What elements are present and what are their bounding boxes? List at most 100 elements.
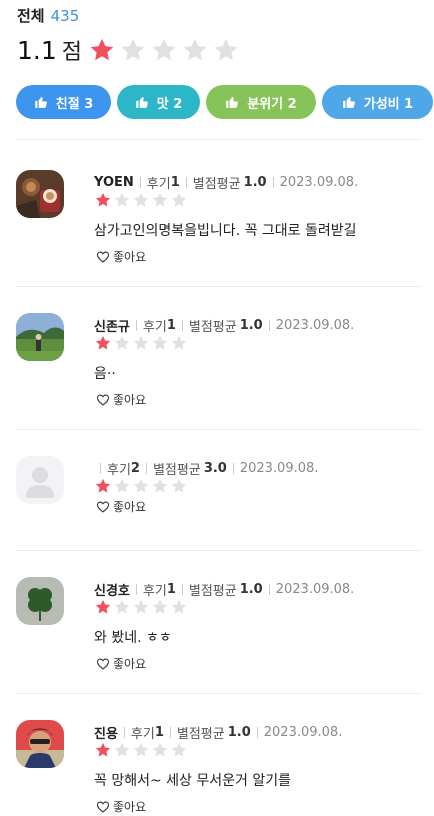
meta-separator <box>268 320 270 331</box>
star-empty-icon <box>152 742 168 757</box>
summary-stars <box>88 36 240 64</box>
divider <box>16 429 422 430</box>
like-button[interactable]: 좋아요 <box>96 798 146 815</box>
star-empty-icon <box>114 478 130 493</box>
heart-icon <box>96 394 110 406</box>
reviewer-name[interactable]: 진용 <box>94 723 118 742</box>
average-score: 1.1 <box>17 35 57 65</box>
avatar-image <box>16 170 64 218</box>
score-summary: 1.1 점 <box>17 34 240 66</box>
meta-separator <box>145 463 147 474</box>
like-label: 좋아요 <box>113 250 147 264</box>
star-empty-icon <box>171 599 187 614</box>
star-empty-icon <box>133 599 149 614</box>
star-empty-icon <box>152 599 168 614</box>
star-empty-icon <box>171 742 187 757</box>
average-label: 별점평균 <box>176 727 225 742</box>
heart-icon <box>96 801 110 813</box>
star-empty-icon <box>152 38 176 61</box>
review-stars <box>94 477 188 495</box>
star-empty-icon <box>152 335 168 350</box>
star-filled-icon <box>95 335 111 350</box>
keyword-chip[interactable]: 가성비 1 <box>322 85 433 119</box>
divider <box>16 550 422 551</box>
star-empty-icon <box>114 742 130 757</box>
reviewer-name[interactable]: YOEN <box>94 175 134 190</box>
review-date: 2023.09.08. <box>239 461 319 476</box>
avatar[interactable] <box>16 313 64 361</box>
avatar[interactable] <box>16 456 64 504</box>
like-button[interactable]: 좋아요 <box>96 655 146 672</box>
average-label: 별점평균 <box>188 584 237 599</box>
divider <box>16 693 422 694</box>
meta-separator <box>181 584 183 595</box>
review-text: 음·· <box>94 366 116 382</box>
like-button[interactable]: 좋아요 <box>96 498 146 515</box>
review-meta: 신존규 후기 1 별점평균 1.0 2023.09.08. <box>94 316 354 335</box>
divider <box>16 139 422 140</box>
thumb-up-icon <box>34 96 47 108</box>
avatar[interactable] <box>16 577 64 625</box>
review-date: 2023.09.08. <box>275 318 355 333</box>
meta-separator <box>185 177 187 188</box>
review-count-label: 후기 <box>146 177 171 192</box>
avatar-image <box>16 456 64 504</box>
star-empty-icon <box>133 478 149 493</box>
meta-separator <box>135 584 137 595</box>
reviewer-name[interactable]: 신경호 <box>94 580 130 599</box>
meta-separator <box>169 727 171 738</box>
reviewer-name[interactable]: 신존규 <box>94 316 130 335</box>
review-count: 435 <box>50 7 80 25</box>
star-empty-icon <box>133 742 149 757</box>
avatar[interactable] <box>16 720 64 768</box>
meta-separator <box>139 177 141 188</box>
keyword-chip[interactable]: 분위기 2 <box>206 85 316 119</box>
review-meta: 신경호 후기 1 별점평균 1.0 2023.09.08. <box>94 580 354 599</box>
average-label: 별점평균 <box>192 177 241 192</box>
star-filled-icon <box>95 742 111 757</box>
review-date: 2023.09.08. <box>279 175 359 190</box>
review-text: 꼭 망해서~ 세상 무서운거 알기를 <box>94 773 291 789</box>
review-count: 1 <box>154 725 164 740</box>
review-meta: 후기 2 별점평균 3.0 2023.09.08. <box>94 459 318 478</box>
meta-separator <box>268 584 270 595</box>
meta-separator <box>181 320 183 331</box>
review-count-label: 후기 <box>142 584 167 599</box>
average-score: 1.0 <box>239 582 263 597</box>
star-empty-icon <box>171 478 187 493</box>
like-button[interactable]: 좋아요 <box>96 391 146 408</box>
review-text: 삼가고인의명복을빕니다. 꼭 그대로 돌려받길 <box>94 223 357 239</box>
heart-icon <box>96 658 110 670</box>
like-label: 좋아요 <box>113 657 147 671</box>
star-empty-icon <box>171 335 187 350</box>
review-header: 전체 435 <box>17 5 79 26</box>
avatar[interactable] <box>16 170 64 218</box>
star-filled-icon <box>90 38 114 61</box>
review-meta: YOEN 후기 1 별점평균 1.0 2023.09.08. <box>94 173 358 192</box>
heart-icon <box>96 251 110 263</box>
review-count-label: 후기 <box>130 727 155 742</box>
review-count-label: 후기 <box>142 320 167 335</box>
keyword-chip[interactable]: 친절 3 <box>16 85 111 119</box>
avatar-image <box>16 313 64 361</box>
star-empty-icon <box>133 335 149 350</box>
like-label: 좋아요 <box>113 393 147 407</box>
review-date: 2023.09.08. <box>263 725 343 740</box>
review-stars <box>94 334 188 352</box>
star-empty-icon <box>152 478 168 493</box>
review-date: 2023.09.08. <box>275 582 355 597</box>
review-stars <box>94 191 188 209</box>
star-empty-icon <box>114 192 130 207</box>
avatar-image <box>16 577 64 625</box>
review-text: 와 봤네. ㅎㅎ <box>94 630 172 646</box>
star-empty-icon <box>214 38 238 61</box>
keyword-chip[interactable]: 맛 2 <box>117 85 200 119</box>
star-empty-icon <box>133 192 149 207</box>
meta-separator <box>123 727 125 738</box>
meta-separator <box>272 177 274 188</box>
average-label: 별점평균 <box>188 320 237 335</box>
divider <box>16 286 422 287</box>
like-button[interactable]: 좋아요 <box>96 248 146 265</box>
star-filled-icon <box>95 478 111 493</box>
average-score: 1.0 <box>243 175 267 190</box>
